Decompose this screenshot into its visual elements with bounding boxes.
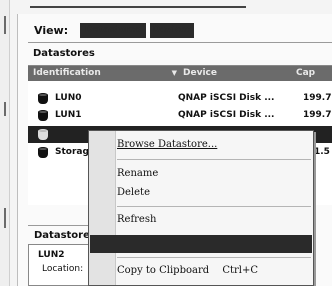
menu-item-delete[interactable]: Delete bbox=[117, 183, 150, 203]
menu-item-copy-to-clipboard[interactable]: Copy to Clipboard Ctrl+C bbox=[117, 261, 258, 281]
datastore-name: Storag bbox=[55, 147, 89, 157]
edge-mark bbox=[4, 208, 6, 228]
table-row[interactable]: LUN1 QNAP iSCSI Disk ... 199.7 bbox=[28, 107, 332, 124]
datastore-icon bbox=[38, 147, 48, 158]
menu-item-highlighted[interactable] bbox=[90, 235, 312, 253]
edge-mark bbox=[4, 16, 6, 34]
menu-item-refresh[interactable]: Refresh bbox=[117, 210, 156, 230]
edge-mark bbox=[4, 102, 6, 116]
details-datastore-name: LUN2 bbox=[38, 250, 65, 260]
datastore-name: LUN1 bbox=[55, 110, 82, 120]
title-divider bbox=[30, 6, 246, 8]
menu-item-shortcut: Ctrl+C bbox=[222, 265, 259, 276]
left-window-edge bbox=[0, 0, 10, 286]
menu-separator bbox=[117, 257, 311, 258]
menu-item-label: Delete bbox=[117, 187, 150, 198]
datastore-name: LUN0 bbox=[55, 93, 82, 103]
datastore-capacity: 199.7 bbox=[303, 93, 332, 103]
menu-item-label: Copy to Clipboard bbox=[117, 265, 210, 276]
datastore-icon bbox=[38, 93, 48, 104]
datastore-context-menu: Browse Datastore... Rename Delete Refres… bbox=[88, 130, 314, 286]
sort-caret-icon: ▼ bbox=[171, 69, 177, 77]
column-header-device[interactable]: Device bbox=[178, 66, 297, 81]
view-datastores-button[interactable]: Datastores bbox=[80, 23, 146, 38]
section-divider bbox=[28, 42, 332, 43]
datastore-capacity: 199.7 bbox=[303, 110, 332, 120]
details-location-label: Location: bbox=[42, 264, 84, 274]
menu-item-label: Browse Datastore... bbox=[117, 139, 218, 150]
menu-item-rename[interactable]: Rename bbox=[117, 164, 158, 184]
menu-item-browse-datastore[interactable]: Browse Datastore... bbox=[117, 135, 217, 155]
datastore-icon bbox=[38, 110, 48, 121]
menu-separator bbox=[117, 159, 311, 160]
column-header-label: Device bbox=[183, 68, 217, 78]
datastore-icon bbox=[38, 129, 48, 140]
view-devices-button[interactable]: Devices bbox=[150, 23, 194, 38]
datastore-capacity: 1.5 bbox=[314, 147, 330, 157]
menu-icon-gutter bbox=[89, 131, 116, 285]
view-label: View: bbox=[34, 24, 69, 37]
column-header-label: Cap bbox=[296, 68, 316, 78]
datastore-device: QNAP iSCSI Disk ... bbox=[178, 93, 275, 103]
datastore-device: QNAP iSCSI Disk ... bbox=[178, 110, 275, 120]
column-header-label: Identification bbox=[33, 68, 101, 78]
table-row[interactable]: LUN0 QNAP iSCSI Disk ... 199.7 bbox=[28, 90, 332, 107]
menu-item-label: Rename bbox=[117, 168, 159, 179]
datastores-section-title: Datastores bbox=[33, 48, 95, 59]
menu-separator bbox=[117, 206, 311, 207]
menu-item-label: Refresh bbox=[117, 214, 157, 225]
column-header-capacity[interactable]: Cap bbox=[291, 66, 332, 81]
column-header-identification[interactable]: Identification ▼ bbox=[28, 66, 184, 81]
